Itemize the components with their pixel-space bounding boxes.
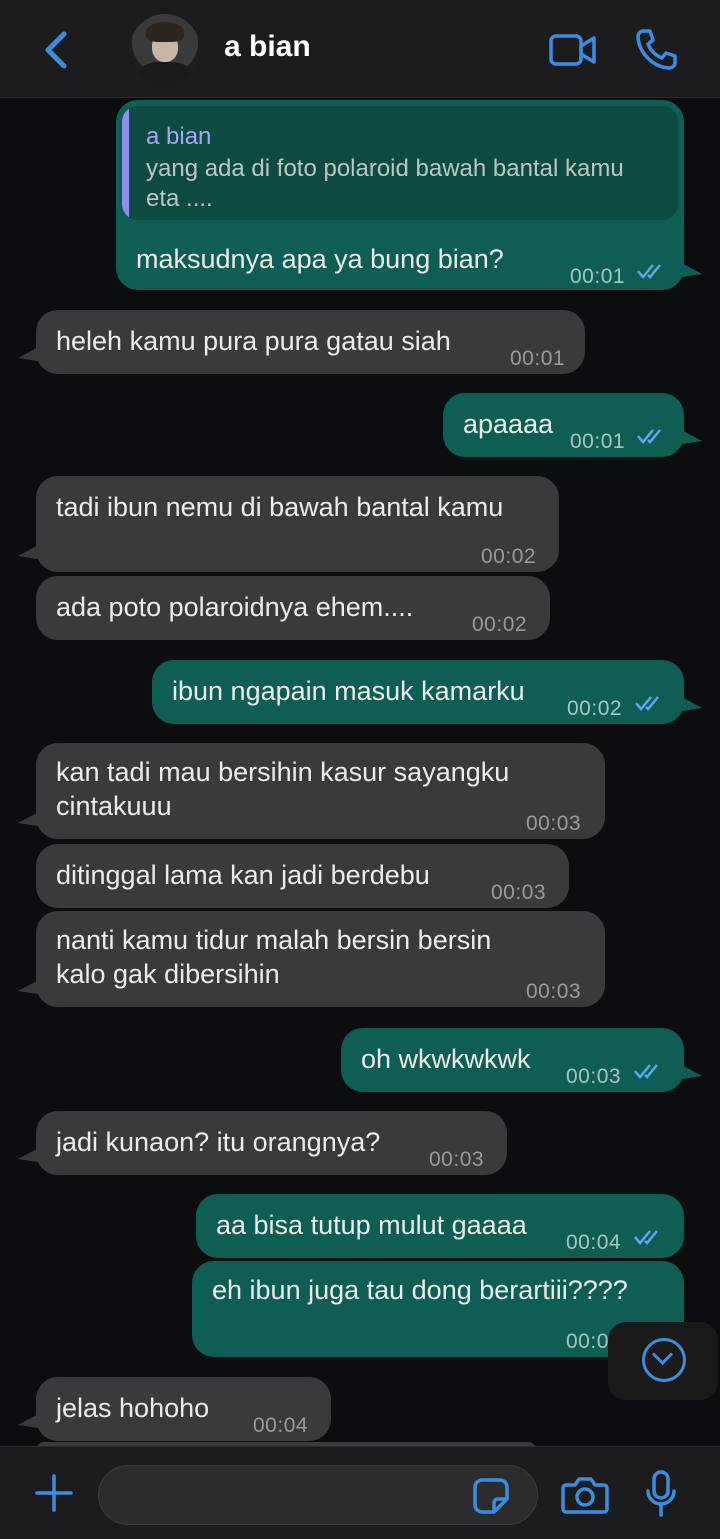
- message-time: 00:02: [567, 697, 623, 720]
- message-time: 00:03: [491, 881, 547, 904]
- message-text: heleh kamu pura pura gatau siah: [56, 326, 451, 356]
- quote-accent-bar: [122, 106, 129, 220]
- message-text-line-2: kalo gak dibersihin: [56, 959, 280, 989]
- read-receipt-icon: [633, 1228, 665, 1246]
- message-text: tadi ibun nemu di bawah bantal kamu: [56, 492, 504, 522]
- message-text: ditinggal lama kan jadi berdebu: [56, 860, 430, 890]
- scroll-to-bottom-button[interactable]: [608, 1322, 718, 1400]
- chat-header: a bian: [0, 0, 720, 98]
- message-bubble-outgoing[interactable]: ibun ngapain masuk kamarku 00:02: [152, 660, 702, 724]
- message-bubble-incoming[interactable]: nanti kamu tidur malah bersin bersin kal…: [18, 911, 605, 1007]
- message-bubble-incoming[interactable]: heleh kamu pura pura gatau siah 00:01: [18, 310, 585, 374]
- message-time: 00:03: [566, 1065, 622, 1088]
- message-text: eh ibun juga tau dong berartiii????: [212, 1275, 628, 1305]
- plus-icon[interactable]: [34, 1473, 74, 1513]
- camera-icon[interactable]: [560, 1475, 610, 1515]
- phone-call-icon[interactable]: [634, 27, 678, 71]
- message-time: 00:04: [253, 1414, 309, 1437]
- message-bubble-incoming[interactable]: ada poto polaroidnya ehem.... 00:02: [36, 576, 550, 640]
- microphone-icon[interactable]: [644, 1469, 678, 1519]
- message-bubble-outgoing[interactable]: oh wkwkwkwk 00:03: [341, 1028, 702, 1092]
- message-bubble-incoming[interactable]: jadi kunaon? itu orangnya? 00:03: [18, 1111, 507, 1175]
- message-text: jelas hohoho: [56, 1393, 210, 1423]
- quoted-text: yang ada di foto polaroid bawah bantal k…: [146, 155, 624, 212]
- message-time: 00:02: [481, 545, 537, 568]
- video-call-icon[interactable]: [548, 32, 598, 68]
- message-time: 00:03: [526, 812, 582, 835]
- message-text-line-1: nanti kamu tidur malah bersin bersin: [56, 925, 492, 955]
- message-bubble-incoming[interactable]: tadi ibun nemu di bawah bantal kamu 00:0…: [18, 476, 559, 572]
- message-bubble-outgoing[interactable]: aa bisa tutup mulut gaaaa 00:04: [196, 1194, 684, 1258]
- message-time: 00:01: [570, 430, 626, 453]
- read-receipt-icon: [636, 262, 668, 280]
- message-text-line-2: cintakuuu: [56, 791, 172, 821]
- read-receipt-icon: [636, 427, 668, 445]
- avatar[interactable]: [130, 14, 200, 84]
- message-time: 00:03: [429, 1148, 485, 1171]
- message-text: ada poto polaroidnya ehem....: [56, 592, 414, 622]
- message-time: 00:01: [570, 265, 626, 288]
- message-text-line-1: kan tadi mau bersihin kasur sayangku: [56, 757, 510, 787]
- contact-name[interactable]: a bian: [224, 30, 311, 64]
- message-bubble-incoming[interactable]: ditinggal lama kan jadi berdebu 00:03: [36, 844, 569, 908]
- quoted-sender: a bian: [146, 123, 212, 150]
- back-chevron-icon[interactable]: [36, 28, 76, 72]
- message-bubble-outgoing[interactable]: apaaaa 00:01: [443, 393, 702, 457]
- avatar-hair: [146, 22, 184, 42]
- read-receipt-icon: [633, 1062, 665, 1080]
- message-text: jadi kunaon? itu orangnya?: [56, 1127, 381, 1157]
- message-text: ibun ngapain masuk kamarku: [172, 676, 525, 706]
- message-text: apaaaa: [463, 409, 554, 439]
- message-time: 00:02: [472, 613, 528, 636]
- avatar-body: [138, 62, 192, 84]
- message-text: aa bisa tutup mulut gaaaa: [216, 1210, 527, 1240]
- read-receipt-icon: [634, 694, 666, 712]
- message-text: maksudnya apa ya bung bian?: [136, 244, 504, 274]
- message-bubble-outgoing[interactable]: a bian yang ada di foto polaroid bawah b…: [116, 100, 702, 290]
- message-list[interactable]: a bian yang ada di foto polaroid bawah b…: [0, 98, 720, 1445]
- message-time: 00:03: [526, 980, 582, 1003]
- message-text: oh wkwkwkwk: [361, 1044, 531, 1074]
- quoted-message[interactable]: a bian yang ada di foto polaroid bawah b…: [122, 106, 678, 220]
- message-bubble-incoming[interactable]: kan tadi mau bersihin kasur sayangku cin…: [18, 743, 605, 839]
- message-composer: [0, 1446, 720, 1539]
- sticker-icon[interactable]: [472, 1477, 510, 1515]
- message-time: 00:04: [566, 1231, 622, 1254]
- message-bubble-incoming[interactable]: jelas hohoho 00:04: [18, 1377, 331, 1441]
- message-time: 00:01: [510, 347, 566, 370]
